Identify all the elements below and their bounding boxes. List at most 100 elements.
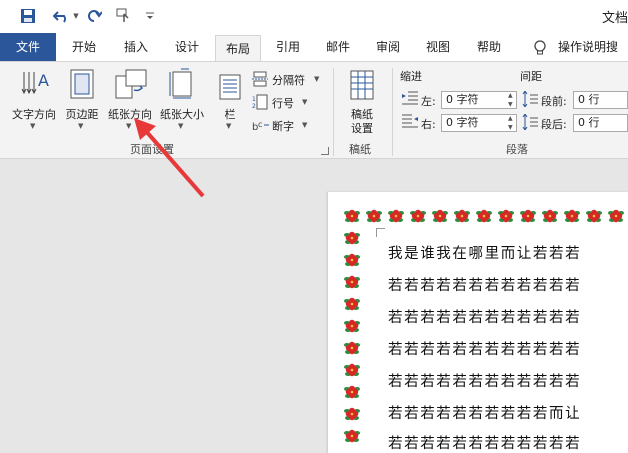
breaks-button[interactable]: 分隔符 ▼ bbox=[252, 70, 322, 88]
indent-right-label: 右: bbox=[421, 118, 436, 131]
flower-icon bbox=[388, 209, 404, 223]
lightbulb-icon[interactable] bbox=[533, 40, 547, 60]
chevron-down-icon: ▼ bbox=[226, 122, 232, 130]
manuscript-settings-button[interactable]: 稿纸 设置 bbox=[340, 66, 384, 136]
line-numbers-icon: 12 bbox=[252, 94, 268, 110]
flower-icon bbox=[476, 209, 492, 223]
flower-icon bbox=[344, 297, 360, 311]
manuscript-icon bbox=[350, 70, 374, 100]
flower-icon bbox=[344, 429, 360, 443]
breaks-icon bbox=[252, 71, 268, 87]
save-icon[interactable] bbox=[18, 6, 38, 26]
svg-text:A: A bbox=[38, 71, 49, 90]
manuscript-group-label: 稿纸 bbox=[349, 143, 371, 156]
flower-icon bbox=[344, 253, 360, 267]
columns-icon bbox=[219, 74, 241, 100]
svg-text:c: c bbox=[258, 120, 262, 129]
tab-insert[interactable]: 插入 bbox=[113, 33, 159, 62]
chevron-down-icon: ▼ bbox=[178, 122, 184, 130]
undo-dropdown-icon[interactable]: ▼ bbox=[72, 6, 80, 26]
columns-label: 栏 bbox=[224, 108, 236, 121]
chevron-down-icon: ▼ bbox=[314, 75, 320, 83]
spacing-before-label: 段前: bbox=[541, 95, 567, 108]
flower-icon bbox=[344, 275, 360, 289]
flower-icon bbox=[344, 231, 360, 245]
flower-icon bbox=[344, 385, 360, 399]
spacing-before-icon bbox=[522, 91, 538, 107]
margin-corner-mark bbox=[376, 228, 385, 237]
indent-left-spinner[interactable]: ▲ ▼ bbox=[508, 91, 513, 109]
indent-right-input[interactable]: 0 字符 bbox=[441, 114, 517, 132]
flower-icon bbox=[410, 209, 426, 223]
tell-me-search[interactable]: 操作说明搜 bbox=[558, 33, 628, 62]
flower-icon bbox=[586, 209, 602, 223]
margins-button[interactable]: 页边距 ▼ bbox=[62, 66, 102, 130]
group-divider bbox=[392, 68, 393, 156]
text-direction-label: 文字方向 bbox=[12, 108, 56, 121]
window-title: 文档 bbox=[601, 11, 628, 26]
tab-file[interactable]: 文件 bbox=[0, 33, 56, 62]
flower-icon bbox=[498, 209, 514, 223]
flower-icon bbox=[520, 209, 536, 223]
chevron-down-icon: ▼ bbox=[126, 122, 132, 130]
tab-help[interactable]: 帮助 bbox=[465, 33, 513, 62]
margins-icon bbox=[70, 69, 94, 99]
flower-icon bbox=[344, 319, 360, 333]
chevron-down-icon: ▼ bbox=[30, 122, 36, 130]
indent-right-icon bbox=[402, 114, 418, 128]
document-line: 我是谁我在哪里而让若若若 bbox=[388, 246, 582, 262]
document-line: 若若若若若若若若若若若若 bbox=[388, 278, 582, 294]
touch-mode-icon[interactable] bbox=[113, 6, 135, 26]
indent-left-input[interactable]: 0 字符 bbox=[441, 91, 517, 109]
tab-references[interactable]: 引用 bbox=[265, 33, 311, 62]
flower-icon bbox=[344, 209, 360, 223]
page-setup-group-label: 页面设置 bbox=[130, 143, 174, 156]
indent-header: 缩进 bbox=[400, 70, 422, 83]
dialog-launcher-icon[interactable] bbox=[321, 147, 329, 155]
flower-icon bbox=[432, 209, 448, 223]
chevron-down-icon: ▼ bbox=[78, 122, 84, 130]
document-line: 若若若若若若若若若若若若 bbox=[388, 342, 582, 358]
customize-icon[interactable] bbox=[144, 6, 156, 26]
flower-icon bbox=[344, 407, 360, 421]
orientation-label: 纸张方向 bbox=[108, 108, 152, 121]
flower-icon bbox=[454, 209, 470, 223]
line-numbers-label: 行号 bbox=[272, 97, 294, 110]
orientation-icon bbox=[115, 69, 147, 99]
flower-icon bbox=[542, 209, 558, 223]
tab-home[interactable]: 开始 bbox=[60, 33, 108, 62]
flower-icon bbox=[366, 209, 382, 223]
tab-design[interactable]: 设计 bbox=[164, 33, 210, 62]
line-numbers-button[interactable]: 12 行号 ▼ bbox=[252, 93, 312, 111]
indent-right-spinner[interactable]: ▲ ▼ bbox=[508, 114, 513, 132]
ribbon-tabs: 文件 开始 插入 设计 布局 引用 邮件 审阅 视图 帮助 操作说明搜 bbox=[0, 33, 628, 63]
paper-size-label: 纸张大小 bbox=[160, 108, 204, 121]
paragraph-group-label: 段落 bbox=[506, 143, 528, 156]
indent-left-label: 左: bbox=[421, 95, 436, 108]
tab-mailings[interactable]: 邮件 bbox=[315, 33, 361, 62]
tab-layout[interactable]: 布局 bbox=[215, 35, 261, 63]
spacing-after-label: 段后: bbox=[541, 118, 567, 131]
chevron-down-icon: ▼ bbox=[302, 121, 308, 129]
document-line: 若若若若若若若若若若而让 bbox=[388, 406, 582, 422]
document-line: 若若若若若若若若若若若若 bbox=[388, 436, 582, 452]
paper-size-button[interactable]: 纸张大小 ▼ bbox=[156, 66, 208, 130]
group-divider bbox=[333, 68, 334, 156]
text-direction-icon: A bbox=[21, 71, 49, 95]
tab-view[interactable]: 视图 bbox=[415, 33, 461, 62]
breaks-label: 分隔符 bbox=[272, 74, 305, 87]
manuscript-settings-label: 稿纸 设置 bbox=[351, 108, 373, 135]
text-direction-button[interactable]: A 文字方向 ▼ bbox=[8, 66, 60, 130]
document-page[interactable]: 我是谁我在哪里而让若若若 若若若若若若若若若若若若 若若若若若若若若若若若若 若… bbox=[328, 192, 628, 453]
spacing-before-input[interactable]: 0 行 bbox=[573, 91, 628, 109]
title-bar: ▼ 文档 bbox=[0, 0, 628, 33]
hyphenation-button[interactable]: bc 断字 ▼ bbox=[252, 116, 312, 134]
margins-label: 页边距 bbox=[65, 108, 99, 121]
tab-review[interactable]: 审阅 bbox=[365, 33, 411, 62]
flower-icon bbox=[344, 341, 360, 355]
undo-icon[interactable] bbox=[50, 6, 74, 26]
spacing-after-input[interactable]: 0 行 bbox=[573, 114, 628, 132]
columns-button[interactable]: 栏 ▼ bbox=[214, 66, 246, 130]
redo-icon[interactable] bbox=[84, 6, 104, 26]
orientation-button[interactable]: 纸张方向 ▼ bbox=[104, 66, 156, 130]
